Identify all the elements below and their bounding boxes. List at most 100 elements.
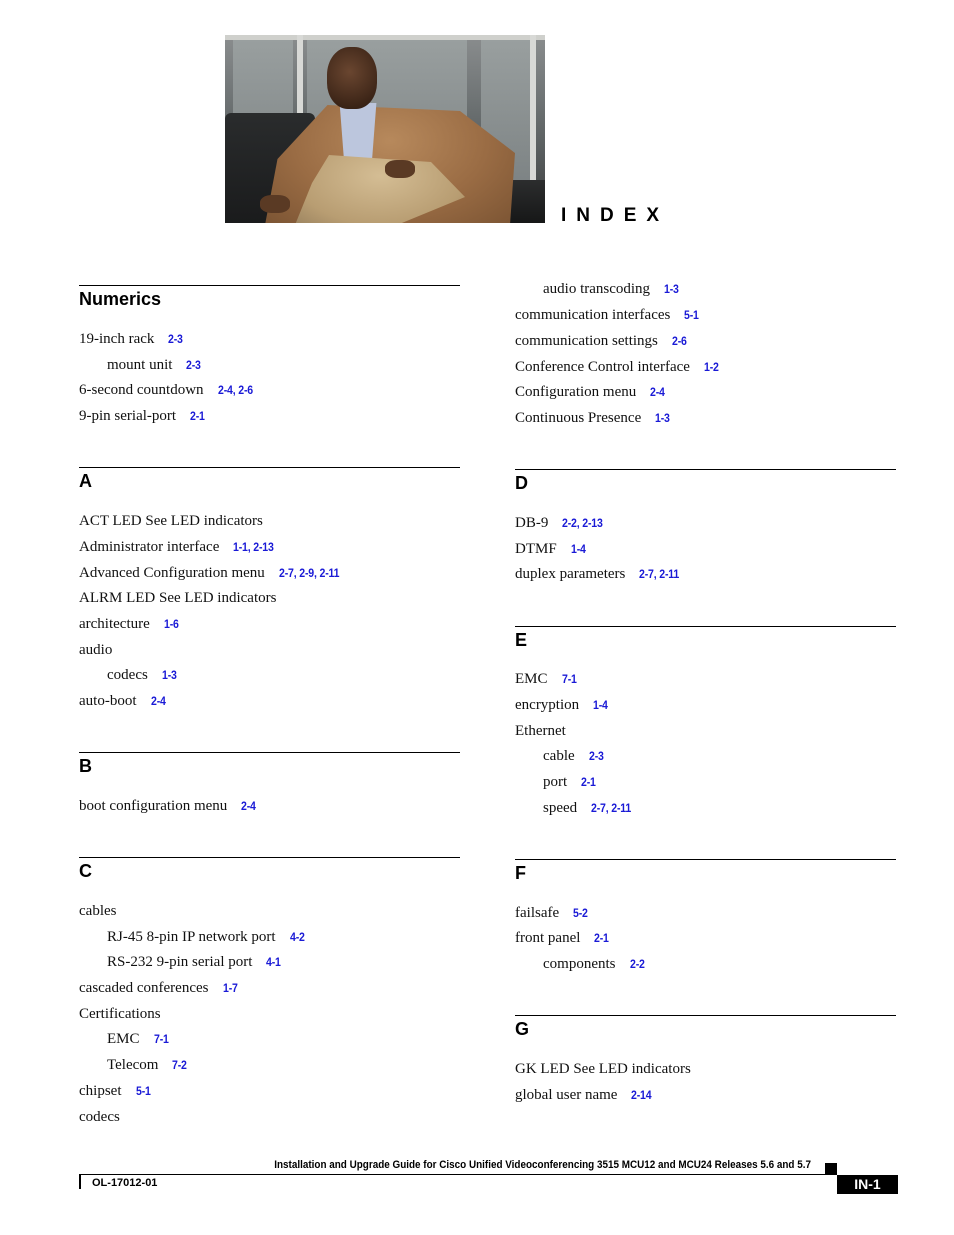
page-ref-link[interactable]: 2-6 bbox=[672, 332, 687, 350]
page-ref-link[interactable]: 1-4 bbox=[571, 540, 586, 558]
index-section-a: A bbox=[79, 467, 460, 492]
entry-term: EMC bbox=[107, 1031, 140, 1047]
photo-person-hand bbox=[260, 195, 290, 213]
entry-term: global user name bbox=[515, 1087, 618, 1103]
page-ref-link[interactable]: 1-1, 2-13 bbox=[233, 538, 274, 556]
entry-term: port bbox=[543, 774, 568, 790]
page-ref-link[interactable]: 2-3 bbox=[186, 356, 201, 374]
footer-guide-title: Installation and Upgrade Guide for Cisco… bbox=[274, 1159, 811, 1171]
page-ref-link[interactable]: 1-4 bbox=[593, 696, 608, 714]
entry-term[interactable]: ACT LED See LED indicators bbox=[79, 513, 263, 529]
page-title: INDEX bbox=[561, 205, 670, 226]
entry-term: encryption bbox=[515, 697, 580, 713]
entry-term: Continuous Presence bbox=[515, 410, 642, 426]
footer-divider-tick bbox=[79, 1174, 81, 1189]
index-subentry: port 2-1 bbox=[543, 773, 598, 791]
index-entry: 19-inch rack 2-3 bbox=[79, 330, 185, 348]
page-ref-link[interactable]: 5-1 bbox=[136, 1082, 151, 1100]
index-section-d: D bbox=[515, 469, 896, 494]
entry-term: chipset bbox=[79, 1083, 122, 1099]
entry-term: cascaded conferences bbox=[79, 980, 209, 996]
page-ref-link[interactable]: 1-7 bbox=[223, 979, 238, 997]
index-entry: architecture 1-6 bbox=[79, 615, 181, 633]
index-entry: cascaded conferences 1-7 bbox=[79, 979, 239, 997]
page-ref-link[interactable]: 2-1 bbox=[190, 407, 205, 425]
index-entry: communication interfaces 5-1 bbox=[515, 306, 701, 324]
entry-term: communication interfaces bbox=[515, 307, 671, 323]
index-section-b: B bbox=[79, 752, 460, 777]
entry-term: Configuration menu bbox=[515, 384, 637, 400]
index-subentry: codecs 1-3 bbox=[107, 666, 179, 684]
page-ref-link[interactable]: 2-4, 2-6 bbox=[218, 381, 253, 399]
index-entry: front panel 2-1 bbox=[515, 929, 611, 947]
entry-term: Conference Control interface bbox=[515, 359, 690, 375]
index-section-numerics: Numerics bbox=[79, 285, 460, 310]
index-entry: chipset 5-1 bbox=[79, 1082, 152, 1100]
page-ref-link[interactable]: 2-7, 2-11 bbox=[639, 565, 679, 583]
index-entry: Ethernet bbox=[515, 722, 566, 740]
page-ref-link[interactable]: 2-3 bbox=[589, 747, 604, 765]
entry-term: auto-boot bbox=[79, 693, 137, 709]
page-ref-link[interactable]: 1-3 bbox=[664, 280, 679, 298]
index-entry: auto-boot 2-4 bbox=[79, 692, 167, 710]
index-section-e: E bbox=[515, 626, 896, 651]
page-ref-link[interactable]: 7-1 bbox=[562, 670, 577, 688]
page-ref-link[interactable]: 2-1 bbox=[594, 929, 609, 947]
entry-term: mount unit bbox=[107, 357, 173, 373]
index-entry: failsafe 5-2 bbox=[515, 904, 590, 922]
page-ref-link[interactable]: 4-1 bbox=[266, 953, 281, 971]
index-entry: EMC 7-1 bbox=[515, 670, 578, 688]
index-entry: audio bbox=[79, 641, 112, 659]
entry-term: codecs bbox=[79, 1109, 120, 1125]
entry-term: DB-9 bbox=[515, 515, 549, 531]
entry-term: Telecom bbox=[107, 1057, 159, 1073]
photo-frame bbox=[225, 35, 545, 40]
photo-person-head bbox=[327, 47, 377, 109]
entry-term[interactable]: GK LED See LED indicators bbox=[515, 1061, 691, 1077]
entry-term: speed bbox=[543, 800, 578, 816]
page-ref-link[interactable]: 2-7, 2-9, 2-11 bbox=[279, 564, 340, 582]
page-ref-link[interactable]: 1-6 bbox=[164, 615, 179, 633]
entry-term: RS-232 9-pin serial port bbox=[107, 954, 253, 970]
page-ref-link[interactable]: 2-3 bbox=[168, 330, 183, 348]
footer-marker-block bbox=[825, 1163, 837, 1175]
entry-term: front panel bbox=[515, 930, 581, 946]
page-ref-link[interactable]: 2-1 bbox=[581, 773, 596, 791]
entry-term: cables bbox=[79, 903, 117, 919]
index-entry: communication settings 2-6 bbox=[515, 332, 689, 350]
index-entry: Conference Control interface 1-2 bbox=[515, 358, 721, 376]
page-ref-link[interactable]: 2-7, 2-11 bbox=[591, 799, 631, 817]
section-heading: B bbox=[79, 756, 92, 776]
page-ref-link[interactable]: 1-3 bbox=[655, 409, 670, 427]
section-heading: C bbox=[79, 861, 92, 881]
page-ref-link[interactable]: 4-2 bbox=[290, 928, 305, 946]
page-ref-link[interactable]: 2-4 bbox=[241, 797, 256, 815]
entry-term: Administrator interface bbox=[79, 539, 220, 555]
page-ref-link[interactable]: 7-2 bbox=[172, 1056, 187, 1074]
entry-term[interactable]: ALRM LED See LED indicators bbox=[79, 590, 276, 606]
section-heading: G bbox=[515, 1019, 530, 1039]
index-section-c: C bbox=[79, 857, 460, 882]
section-heading: A bbox=[79, 471, 92, 491]
index-subentry: cable 2-3 bbox=[543, 747, 605, 765]
index-entry: 9-pin serial-port 2-1 bbox=[79, 407, 207, 425]
page-ref-link[interactable]: 5-1 bbox=[684, 306, 699, 324]
page-ref-link[interactable]: 2-14 bbox=[631, 1086, 652, 1104]
entry-term: DTMF bbox=[515, 541, 557, 557]
page-ref-link[interactable]: 7-1 bbox=[154, 1030, 169, 1048]
page-ref-link[interactable]: 1-3 bbox=[162, 666, 177, 684]
index-entry: Advanced Configuration menu 2-7, 2-9, 2-1… bbox=[79, 564, 347, 582]
index-entry: Continuous Presence 1-3 bbox=[515, 409, 672, 427]
entry-term: 19-inch rack bbox=[79, 331, 155, 347]
index-entry: Configuration menu 2-4 bbox=[515, 383, 667, 401]
page-ref-link[interactable]: 1-2 bbox=[704, 358, 719, 376]
entry-term: failsafe bbox=[515, 905, 560, 921]
page-ref-link[interactable]: 2-4 bbox=[650, 383, 665, 401]
page-ref-link[interactable]: 2-4 bbox=[151, 692, 166, 710]
index-entry: DTMF 1-4 bbox=[515, 540, 587, 558]
entry-term: architecture bbox=[79, 616, 150, 632]
page-ref-link[interactable]: 2-2, 2-13 bbox=[562, 514, 603, 532]
page-ref-link[interactable]: 5-2 bbox=[573, 904, 588, 922]
page-ref-link[interactable]: 2-2 bbox=[630, 955, 645, 973]
index-subentry: RS-232 9-pin serial port 4-1 bbox=[107, 953, 283, 971]
